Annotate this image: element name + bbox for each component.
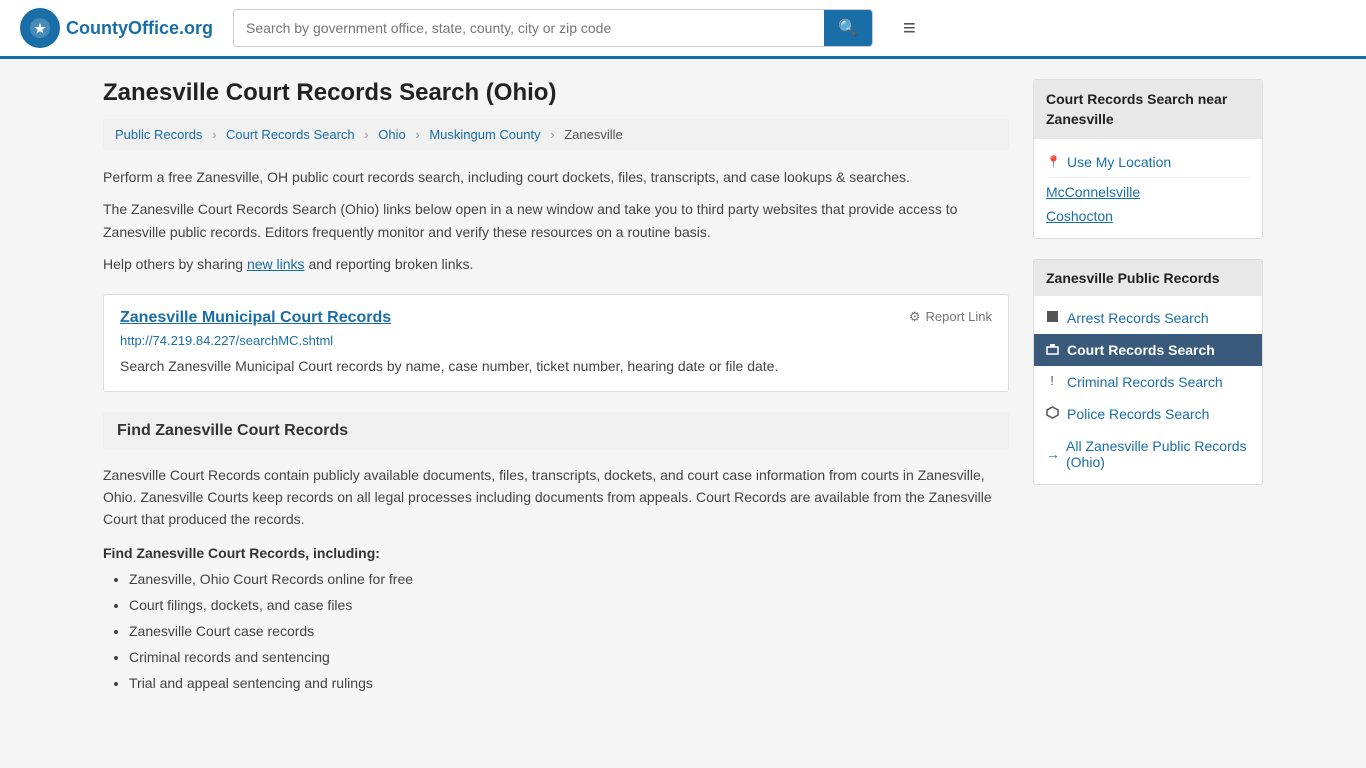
hamburger-menu[interactable]: ≡ (903, 15, 916, 41)
location-pin-icon: 📍 (1046, 155, 1061, 169)
pub-item-label: Police Records Search (1067, 406, 1209, 422)
breadcrumb-ohio[interactable]: Ohio (378, 127, 405, 142)
list-item: Criminal records and sentencing (129, 647, 1009, 668)
page-title: Zanesville Court Records Search (Ohio) (103, 79, 1009, 107)
report-icon: ⚙ (909, 309, 921, 325)
logo-text: CountyOffice.org (66, 18, 213, 39)
find-section-body: Zanesville Court Records contain publicl… (103, 450, 1009, 694)
breadcrumb: Public Records › Court Records Search › … (103, 119, 1009, 150)
sidebar-public-body: Arrest Records Search Court Records Searc… (1034, 296, 1262, 484)
search-input[interactable] (234, 10, 824, 46)
svg-text:★: ★ (34, 21, 46, 36)
search-bar: 🔍 (233, 9, 873, 47)
pub-item-icon (1046, 310, 1059, 326)
all-records-label: All Zanesville Public Records (Ohio) (1066, 438, 1250, 470)
list-item: Court filings, dockets, and case files (129, 595, 1009, 616)
list-item: Trial and appeal sentencing and rulings (129, 673, 1009, 694)
breadcrumb-muskingum[interactable]: Muskingum County (429, 127, 540, 142)
desc-para-1: Perform a free Zanesville, OH public cou… (103, 166, 1009, 188)
pub-item-icon (1046, 406, 1059, 422)
pub-item-icon: ! (1046, 374, 1059, 390)
breadcrumb-public-records[interactable]: Public Records (115, 127, 202, 142)
record-title-link[interactable]: Zanesville Municipal Court Records (120, 309, 391, 327)
use-location-label: Use My Location (1067, 154, 1171, 170)
pub-item-icon (1046, 342, 1059, 358)
svg-text:!: ! (1050, 374, 1054, 387)
list-item: Zanesville, Ohio Court Records online fo… (129, 569, 1009, 590)
nearby-link-coshocton[interactable]: Coshocton (1046, 204, 1250, 228)
desc-para-3: Help others by sharing new links and rep… (103, 253, 1009, 275)
find-description: Zanesville Court Records contain publicl… (103, 464, 1009, 531)
new-links-link[interactable]: new links (247, 256, 305, 272)
record-url-link[interactable]: http://74.219.84.227/searchMC.shtml (120, 333, 992, 348)
all-records-link[interactable]: → All Zanesville Public Records (Ohio) (1034, 430, 1262, 478)
sidebar-pub-item-police-records-search[interactable]: Police Records Search (1034, 398, 1262, 430)
find-section-title: Find Zanesville Court Records (117, 422, 995, 440)
breadcrumb-court-records-search[interactable]: Court Records Search (226, 127, 355, 142)
list-item: Zanesville Court case records (129, 621, 1009, 642)
sidebar-public-title: Zanesville Public Records (1034, 260, 1262, 296)
record-description: Search Zanesville Municipal Court record… (120, 356, 992, 377)
pub-item-label: Criminal Records Search (1067, 374, 1223, 390)
sidebar-nearby-body: 📍 Use My Location McConnelsville Coshoct… (1034, 139, 1262, 238)
page-wrap: Zanesville Court Records Search (Ohio) P… (83, 59, 1283, 719)
record-card-header: Zanesville Municipal Court Records ⚙ Rep… (120, 309, 992, 327)
sidebar-pub-item-court-records-search[interactable]: Court Records Search (1034, 334, 1262, 366)
find-section-header: Find Zanesville Court Records (103, 412, 1009, 450)
find-list: Zanesville, Ohio Court Records online fo… (103, 569, 1009, 694)
use-my-location[interactable]: 📍 Use My Location (1046, 149, 1250, 175)
sidebar: Court Records Search near Zanesville 📍 U… (1033, 79, 1263, 699)
search-button[interactable]: 🔍 (824, 10, 872, 46)
sidebar-pub-item-criminal-records-search[interactable]: ! Criminal Records Search (1034, 366, 1262, 398)
sidebar-public-records-box: Zanesville Public Records Arrest Records… (1033, 259, 1263, 485)
record-card: Zanesville Municipal Court Records ⚙ Rep… (103, 294, 1009, 392)
nearby-link-mcconnelsville[interactable]: McConnelsville (1046, 180, 1250, 204)
find-including-label: Find Zanesville Court Records, including… (103, 545, 1009, 561)
sidebar-nearby-box: Court Records Search near Zanesville 📍 U… (1033, 79, 1263, 239)
pub-item-label: Court Records Search (1067, 342, 1215, 358)
sidebar-pub-item-arrest-records-search[interactable]: Arrest Records Search (1034, 302, 1262, 334)
logo[interactable]: ★ CountyOffice.org (20, 8, 213, 48)
breadcrumb-zanesville: Zanesville (564, 127, 623, 142)
main-content: Zanesville Court Records Search (Ohio) P… (103, 79, 1009, 699)
logo-icon: ★ (20, 8, 60, 48)
arrow-icon: → (1046, 446, 1060, 462)
desc-para-2: The Zanesville Court Records Search (Ohi… (103, 198, 1009, 243)
report-link-button[interactable]: ⚙ Report Link (909, 309, 992, 325)
pub-item-label: Arrest Records Search (1067, 310, 1209, 326)
sidebar-nearby-title: Court Records Search near Zanesville (1034, 80, 1262, 139)
site-header: ★ CountyOffice.org 🔍 ≡ (0, 0, 1366, 59)
